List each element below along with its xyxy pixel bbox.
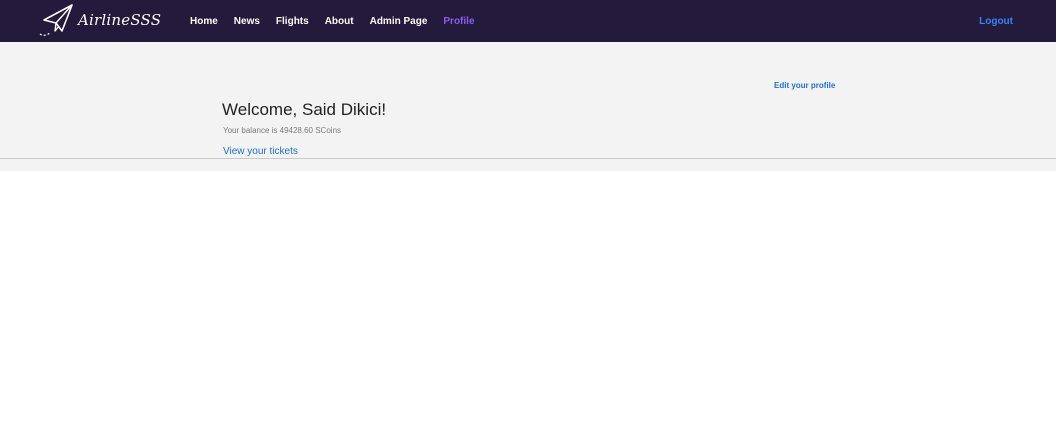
main-nav: Home News Flights About Admin Page Profi…: [190, 0, 491, 42]
nav-flights[interactable]: Flights: [276, 16, 309, 27]
paper-plane-icon: [39, 4, 73, 36]
edit-profile-link[interactable]: Edit your profile: [774, 81, 835, 90]
divider: [0, 158, 1056, 159]
logout-link[interactable]: Logout: [979, 0, 1013, 42]
nav-admin-page[interactable]: Admin Page: [370, 16, 428, 27]
welcome-heading: Welcome, Said Dikici!: [222, 100, 387, 119]
brand-name: AirlineSSS: [78, 11, 162, 29]
nav-news[interactable]: News: [234, 16, 260, 27]
brand-logo-link[interactable]: AirlineSSS: [38, 2, 161, 38]
nav-home[interactable]: Home: [190, 16, 218, 27]
view-tickets-link[interactable]: View your tickets: [223, 146, 298, 157]
profile-header: Edit your profile Welcome, Said Dikici! …: [0, 42, 1056, 171]
nav-about[interactable]: About: [325, 16, 354, 27]
top-navbar: AirlineSSS Home News Flights About Admin…: [0, 0, 1056, 42]
balance-text: Your balance is 49428.60 SCoins: [223, 126, 342, 135]
nav-profile[interactable]: Profile: [443, 16, 474, 27]
